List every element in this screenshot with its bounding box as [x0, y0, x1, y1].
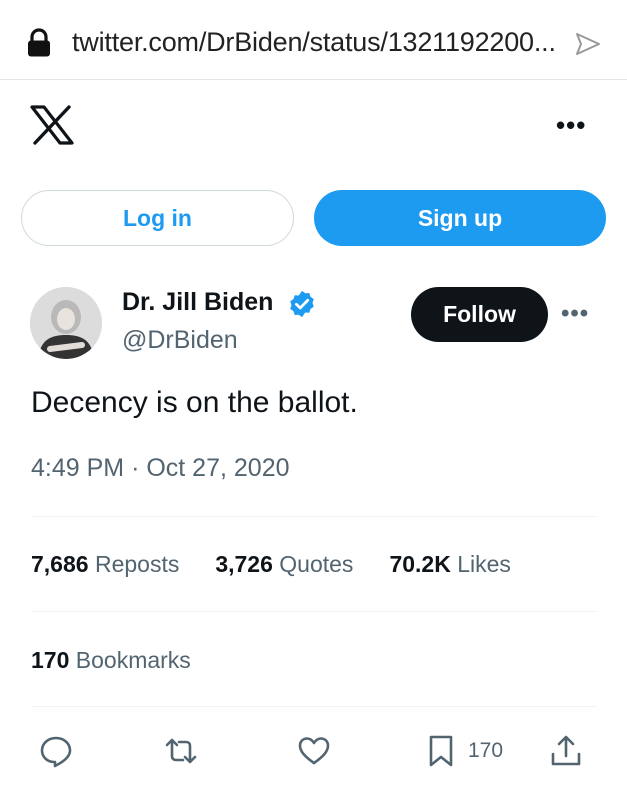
bookmark-button[interactable]: 170: [424, 731, 503, 771]
like-button[interactable]: [297, 731, 331, 771]
avatar-photo: [30, 287, 102, 359]
repost-icon: [165, 738, 197, 764]
bookmarks-stat[interactable]: 170 Bookmarks: [31, 647, 191, 674]
tweet-date: Oct 27, 2020: [146, 454, 290, 482]
divider: [31, 516, 597, 517]
tweet-text: Decency is on the ballot.: [31, 386, 358, 419]
bookmarks-label: Bookmarks: [75, 647, 191, 673]
author-handle[interactable]: @DrBiden: [122, 326, 238, 355]
bookmark-icon: [429, 735, 453, 767]
x-logo-icon[interactable]: [30, 105, 74, 145]
reply-button[interactable]: [39, 731, 73, 771]
tweet-timestamp[interactable]: 4:49 PM · Oct 27, 2020: [31, 454, 290, 483]
heart-icon: [298, 737, 330, 765]
divider: [31, 706, 597, 707]
verified-badge-icon: [290, 290, 314, 318]
quotes-label: Quotes: [279, 551, 354, 577]
share-icon: [551, 735, 581, 766]
follow-button[interactable]: Follow: [411, 287, 548, 342]
login-button[interactable]: Log in: [21, 190, 294, 246]
reposts-stat[interactable]: 7,686 Reposts: [31, 551, 179, 578]
reposts-count: 7,686: [31, 551, 89, 577]
meta-separator: ·: [131, 454, 140, 482]
likes-stat[interactable]: 70.2K Likes: [389, 551, 510, 578]
repost-button[interactable]: [164, 731, 198, 771]
signup-button[interactable]: Sign up: [314, 190, 606, 246]
share-button[interactable]: [549, 731, 583, 771]
divider: [31, 611, 597, 612]
more-options-icon[interactable]: •••: [556, 112, 592, 138]
quotes-count: 3,726: [215, 551, 273, 577]
author-name[interactable]: Dr. Jill Biden: [122, 288, 273, 317]
share-arrow-icon[interactable]: [574, 31, 602, 57]
quotes-stat[interactable]: 3,726 Quotes: [215, 551, 353, 578]
likes-count: 70.2K: [389, 551, 451, 577]
browser-url-bar[interactable]: twitter.com/DrBiden/status/1321192200...: [0, 0, 627, 80]
bookmarks-count: 170: [31, 647, 70, 673]
reply-icon: [40, 736, 72, 768]
reposts-label: Reposts: [94, 551, 180, 577]
tweet-more-icon[interactable]: •••: [561, 302, 595, 326]
likes-label: Likes: [457, 551, 511, 577]
tweet-time: 4:49 PM: [31, 454, 125, 482]
lock-icon: [28, 28, 50, 57]
engagement-stats: 7,686 Reposts 3,726 Quotes 70.2K Likes: [31, 551, 547, 578]
url-text[interactable]: twitter.com/DrBiden/status/1321192200...: [72, 27, 556, 58]
avatar[interactable]: [30, 287, 102, 359]
bookmark-action-count: 170: [468, 739, 504, 762]
